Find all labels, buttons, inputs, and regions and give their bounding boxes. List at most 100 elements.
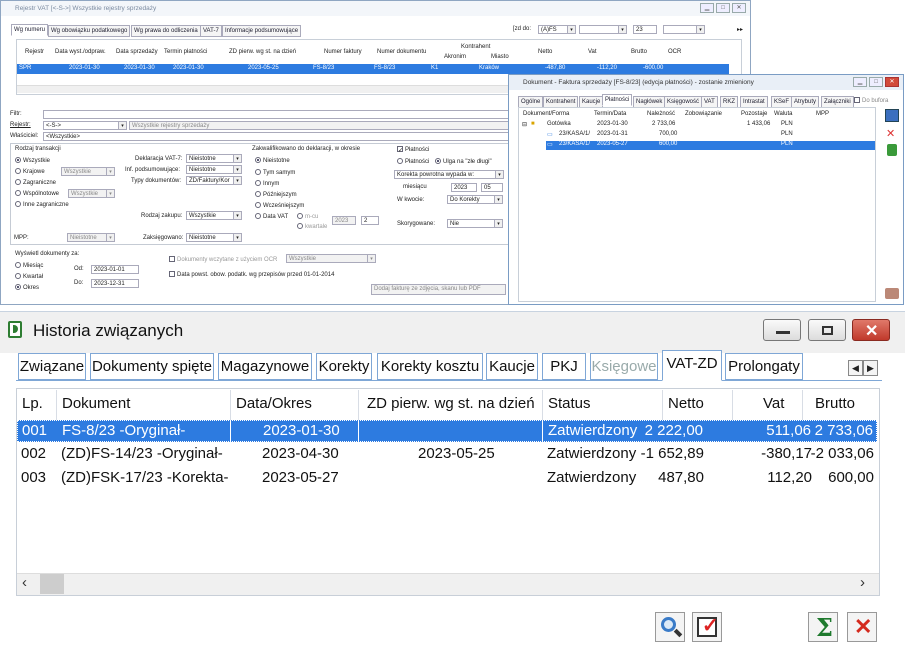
tab-korekty-kosztu[interactable]: Korekty kosztu [377,353,483,380]
col-miasto[interactable]: Miasto [491,54,509,60]
scroll-right-icon[interactable]: › [860,574,865,591]
col-brutto[interactable]: Brutto [631,49,647,55]
vat7-select[interactable]: Nieistotne ▾ [186,154,242,163]
col-status[interactable]: Status [548,395,591,412]
wyswietl-miesiac[interactable]: Miesiąc [15,262,43,269]
zd-select[interactable]: (A)FS ▾ [538,25,576,34]
date-to-input[interactable]: ▾ [663,25,705,34]
platnosci-check[interactable]: ✓ Płatności [397,146,429,154]
tab-scroll-left[interactable]: ◀ [848,360,863,376]
cancel-icon[interactable]: ✕ [886,127,895,140]
wyswietl-kwartal[interactable]: Kwartał [15,273,43,280]
date-from-input[interactable]: ▾ [579,25,627,34]
minimize-button[interactable]: ▁ [853,77,867,87]
col-pozostaje[interactable]: Pozostaje [741,111,767,117]
next-arrow-icon[interactable]: ▸▸ [737,26,743,33]
minimize-button[interactable] [763,319,801,341]
zakwal-tym-samym[interactable]: Tym samym [255,169,295,176]
zakwal-wczesniejszym[interactable]: Wcześniejszym [255,202,304,209]
kwartale-option[interactable]: kwartale [297,223,327,230]
col-mpp[interactable]: MPP [816,111,829,117]
col-vat[interactable]: Vat [588,49,597,55]
col-termin-data[interactable]: Termin/Data [594,111,626,117]
typy-select[interactable]: ZD/Faktury/Kor ▾ [186,176,242,185]
col-waluta[interactable]: Waluta [774,111,792,117]
col-dokument[interactable]: Dokument [62,395,130,412]
users-icon[interactable] [885,288,899,299]
wspolnotowe-select[interactable]: Wszystkie ▾ [68,189,115,198]
tab-magazynowe[interactable]: Magazynowe [218,353,312,380]
col-numer-faktury[interactable]: Numer faktury [324,49,362,55]
m-cu-option[interactable]: m-cu [297,213,318,220]
skorygowane-select[interactable]: Nie ▾ [447,219,503,228]
horizontal-scrollbar[interactable] [17,573,879,595]
tab-wg-numeru[interactable]: Wg numeru [11,24,49,36]
do-bufora-check[interactable]: Do bufora [854,97,888,104]
platnosci-row-selected[interactable]: ▭ 23/KASA/1/ 2023-05-27 600,00 PLN [546,141,875,150]
col-vat[interactable]: Vat [763,395,784,412]
wlasciciel-input[interactable]: <Wszystkie> [43,132,513,141]
table-row[interactable]: 003 (ZD)FSK-17/23 -Korekta- 2023-05-27 Z… [17,468,877,490]
zakwal-pozniejszym[interactable]: Późniejszym [255,191,297,198]
ocr-select[interactable]: Wszystkie ▾ [286,254,376,263]
close-button[interactable]: ✕ [885,77,899,87]
wyswietl-okres[interactable]: Okres [15,284,39,291]
bottle-icon[interactable] [887,144,897,156]
maximize-button[interactable]: □ [716,3,730,13]
maximize-button[interactable]: □ [869,77,883,87]
rejestr-row-selected[interactable]: SPR 2023-01-30 2023-01-30 2023-01-30 202… [17,64,729,74]
save-icon[interactable] [885,109,899,122]
col-netto[interactable]: Netto [538,49,552,55]
ocr-check[interactable]: Dokumenty wczytane z użyciem OCR [169,256,277,263]
sum-button[interactable]: Σ [808,612,838,642]
w-kwocie-select[interactable]: Do Korekty ▾ [447,195,503,204]
inf-select[interactable]: Nieistotne ▾ [186,165,242,174]
zakwal-innym[interactable]: Innym [255,180,279,187]
platnosci-row[interactable]: ▭ 23/KASA/1/ 2023-01-31 700,00 PLN [519,131,875,140]
zakwal-num-input[interactable]: 2 [361,216,379,225]
col-dokument-forma[interactable]: Dokument/Forma [523,111,569,117]
tab-vat-zd[interactable]: VAT-ZD [662,350,722,381]
platnosci-row[interactable]: ⊟ ■ Gotówka 2023-01-30 2 733,06 1 433,06… [519,121,875,130]
scroll-left-icon[interactable]: ‹ [22,574,27,591]
col-naleznosc[interactable]: Należność [647,111,675,117]
rejestr-select[interactable]: <-S-> ▾ [43,121,127,130]
mpp-select[interactable]: Nieistotne ▾ [67,233,115,242]
tab-prolongaty[interactable]: Prolongaty [725,353,803,380]
tab-dokumenty-spiete[interactable]: Dokumenty spięte [90,353,214,380]
col-zobowiazanie[interactable]: Zobowiązanie [685,111,722,117]
select-button[interactable]: ✓ [692,612,722,642]
tab-zwiazane[interactable]: Związane [18,353,86,380]
month-input[interactable]: 23 [633,25,657,34]
col-zd-pierw[interactable]: ZD pierw. wg st. na dzień [229,49,296,55]
col-termin-platnosci[interactable]: Termin płatności [164,49,207,55]
filtr-input[interactable] [43,110,513,119]
col-data-wyst[interactable]: Data wyst./odpraw. [55,49,106,55]
rodzaj-wszystkie[interactable]: Wszystkie [15,157,50,164]
rodzaj-wspolnotowe[interactable]: Wspólnotowe [15,190,59,197]
add-invoice-ocr-button[interactable]: Dodaj fakturę ze zdjęcia, skanu lub PDF [371,284,506,295]
rejestr-hscroll[interactable] [17,85,517,93]
table-row[interactable]: 002 (ZD)FS-14/23 -Oryginał- 2023-04-30 2… [17,444,877,466]
col-zd-pierw[interactable]: ZD pierw. wg st. na dzień [367,395,535,412]
tab-vat7[interactable]: VAT-7 [200,25,222,37]
rodzaj-krajowe[interactable]: Krajowe [15,168,45,175]
korekta-select[interactable]: Korekta powrotna wypada w: ▾ [394,170,504,179]
col-akronim[interactable]: Akronim [444,54,466,60]
tab-wg-obowiazku[interactable]: Wg obowiązku podatkowego [48,25,131,37]
tab-kaucje[interactable]: Kaucje [486,353,538,380]
maximize-button[interactable] [808,319,846,341]
col-netto[interactable]: Netto [668,395,704,412]
tab-korekty[interactable]: Korekty [316,353,372,380]
rodzaj-inne[interactable]: Inne zagraniczne [15,201,69,208]
od-input[interactable]: 2023-01-01 [91,265,139,274]
tab-wg-prawa[interactable]: Wg prawa do odliczenia [131,25,201,37]
col-ocr[interactable]: OCR [668,49,681,55]
col-numer-dokumentu[interactable]: Numer dokumentu [377,49,426,55]
platnosci-radio[interactable]: Płatności [397,158,429,165]
col-rejestr[interactable]: Rejestr [25,49,44,55]
tab-informacje-podsumowujace[interactable]: Informacje podsumowujące [222,25,302,37]
rodzaj-zagraniczne[interactable]: Zagraniczne [15,179,56,186]
tab-pkj[interactable]: PKJ [542,353,586,380]
col-kontrahent[interactable]: Kontrahent [461,44,490,50]
